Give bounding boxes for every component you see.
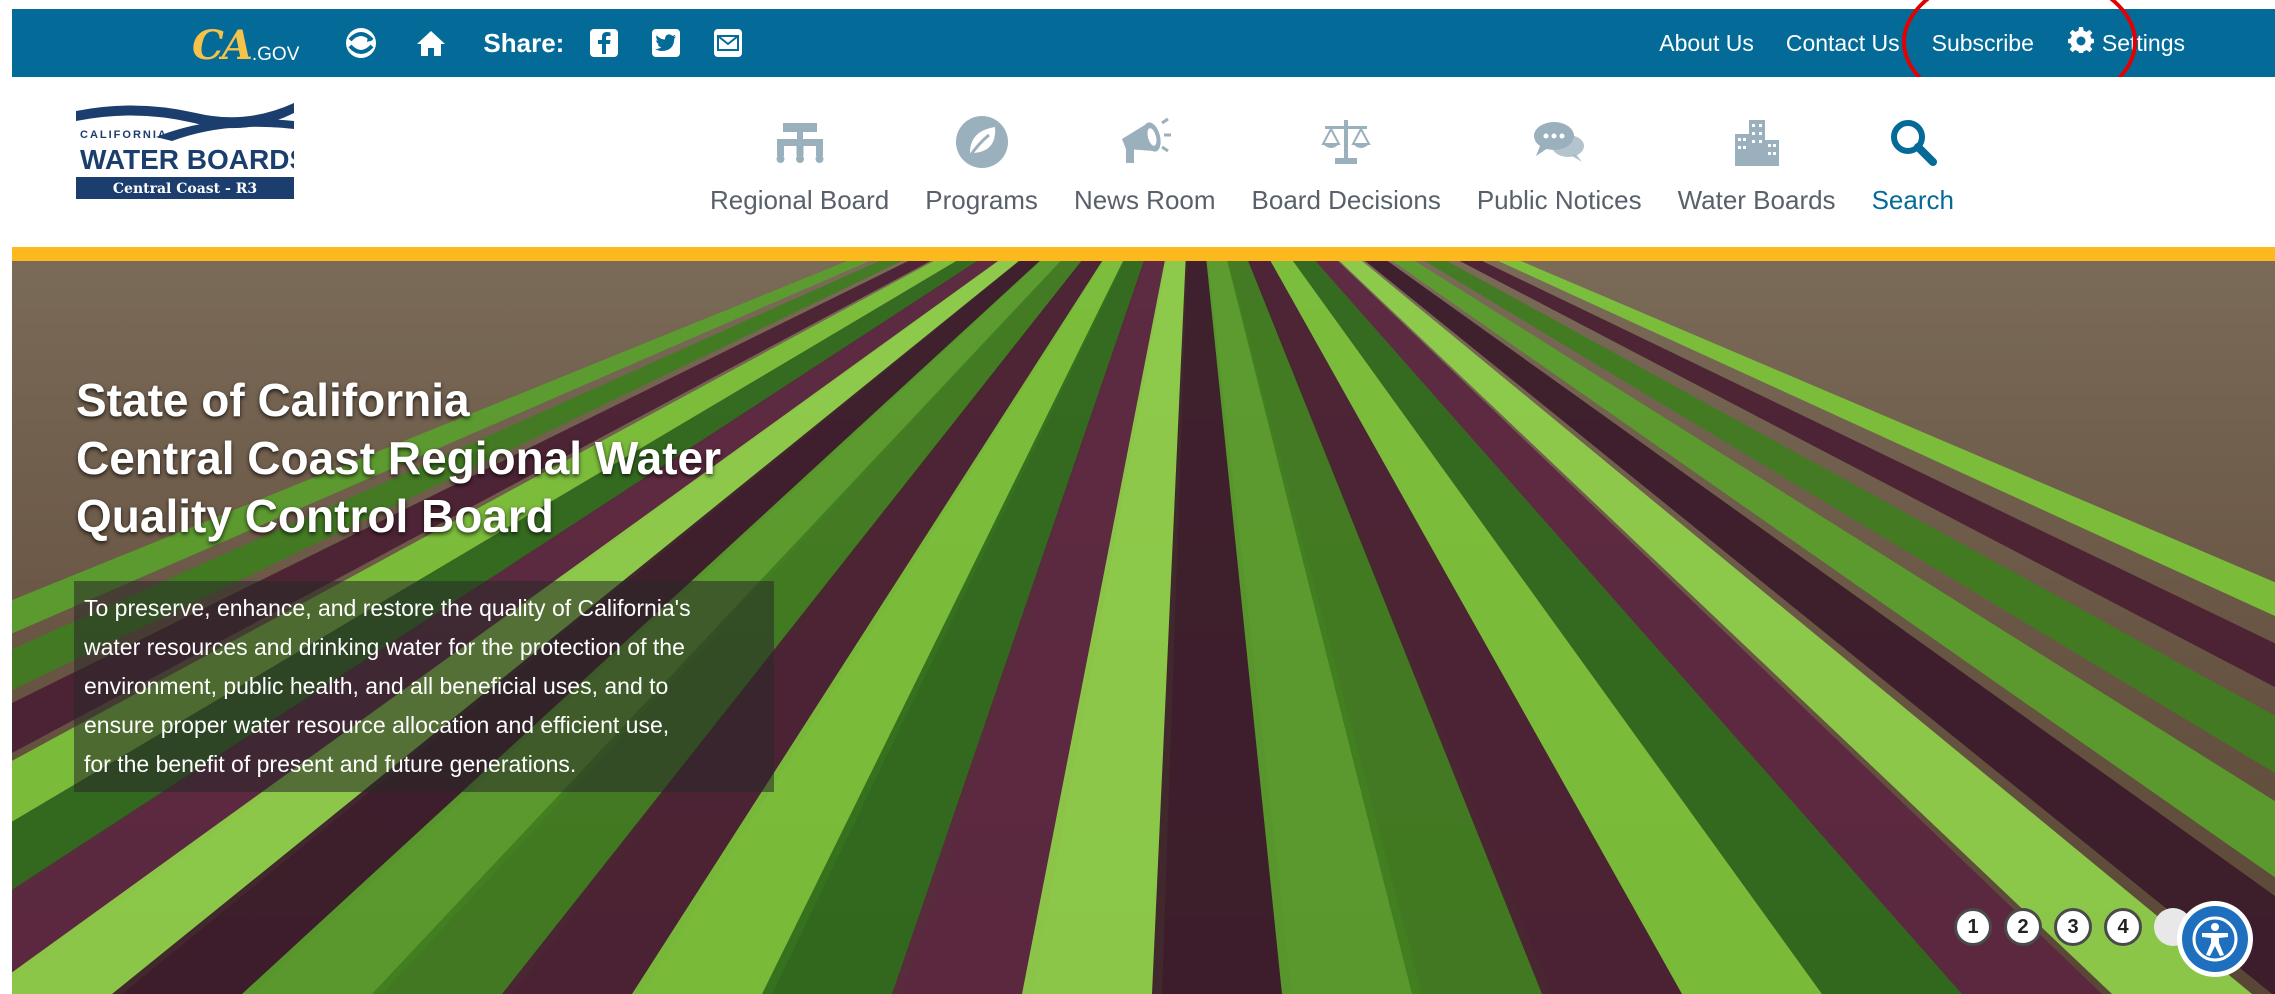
nav-label: Programs: [925, 185, 1038, 215]
scales-icon: [1316, 115, 1376, 169]
carousel-dot-2[interactable]: 2: [2004, 908, 2042, 946]
twitter-icon[interactable]: [652, 29, 681, 57]
carousel-dot-4[interactable]: 4: [2104, 908, 2142, 946]
nav-label: News Room: [1073, 185, 1216, 215]
search-icon: [1883, 115, 1943, 169]
logo-state-text: CALIFORNIA: [80, 129, 168, 141]
hero-title-line: Quality Control Board: [76, 490, 554, 542]
mission-statement: To preserve, enhance, and restore the qu…: [74, 581, 774, 792]
mission-line: for the benefit of present and future ge…: [84, 751, 577, 777]
mission-line: environment, public health, and all bene…: [84, 673, 669, 699]
hero-carousel: State of California Central Coast Region…: [12, 261, 2275, 994]
nav-label: Regional Board: [710, 185, 890, 215]
hero-title: State of California Central Coast Region…: [76, 371, 796, 545]
email-icon[interactable]: [714, 29, 743, 57]
share-label: Share:: [483, 27, 565, 58]
gear-icon: [2067, 27, 2094, 59]
nav-item-board-decisions[interactable]: Board Decisions: [1234, 77, 1459, 247]
mission-line: To preserve, enhance, and restore the qu…: [84, 595, 691, 621]
subscribe-link[interactable]: Subscribe: [1932, 30, 2034, 57]
carousel-pagination: 1 2 3 4: [1954, 908, 2192, 946]
nav-label: Search: [1871, 185, 1954, 215]
nav-item-programs[interactable]: Programs: [907, 77, 1056, 247]
site-header: CALIFORNIA WATER BOARDS Central Coast - …: [12, 77, 2275, 247]
translate-icon[interactable]: [343, 25, 379, 61]
nav-label: Water Boards: [1677, 185, 1836, 215]
nav-label: Public Notices: [1476, 185, 1642, 215]
nav-item-search[interactable]: Search: [1854, 77, 1972, 247]
contact-us-link[interactable]: Contact Us: [1786, 30, 1900, 57]
home-icon[interactable]: [413, 25, 449, 61]
utility-right: About Us Contact Us Subscribe Settings: [1627, 9, 2275, 77]
utility-left: CA .GOV Share:: [12, 9, 776, 77]
main-navigation: Regional Board Programs News Room Board …: [692, 77, 1972, 247]
header-divider: [12, 247, 2275, 261]
about-us-link[interactable]: About Us: [1659, 30, 1754, 57]
nav-item-regional-board[interactable]: Regional Board: [692, 77, 907, 247]
cagov-logo[interactable]: CA .GOV: [192, 20, 299, 66]
nav-label: Board Decisions: [1251, 185, 1441, 215]
organization-chart-icon: [770, 115, 830, 169]
leaf-icon: [952, 115, 1012, 169]
accessibility-icon: [2182, 906, 2248, 972]
nav-item-public-notices[interactable]: Public Notices: [1459, 77, 1660, 247]
accessibility-button[interactable]: [2177, 901, 2253, 977]
logo-region-text: Central Coast - R3: [113, 181, 257, 197]
carousel-dot-3[interactable]: 3: [2054, 908, 2092, 946]
utility-bar: CA .GOV Share: About Us Contact Us Subsc…: [12, 0, 2275, 115]
mission-line: ensure proper water resource allocation …: [84, 712, 670, 738]
mission-line: water resources and drinking water for t…: [84, 634, 685, 660]
carousel-dot-1[interactable]: 1: [1954, 908, 1992, 946]
settings-button[interactable]: Settings: [2067, 27, 2185, 59]
cagov-logo-gov: .GOV: [251, 44, 300, 65]
hero-title-line: Central Coast Regional Water: [76, 432, 721, 484]
water-boards-logo[interactable]: CALIFORNIA WATER BOARDS Central Coast - …: [76, 103, 308, 207]
cagov-logo-ca: CA: [192, 22, 253, 69]
settings-label: Settings: [2101, 29, 2185, 56]
buildings-icon: [1727, 115, 1787, 169]
chat-bubbles-icon: [1529, 115, 1589, 169]
logo-name-text: WATER BOARDS: [80, 144, 294, 175]
facebook-icon[interactable]: [590, 29, 619, 57]
megaphone-icon: [1115, 115, 1175, 169]
hero-title-line: State of California: [76, 374, 470, 426]
nav-item-water-boards[interactable]: Water Boards: [1660, 77, 1854, 247]
nav-item-news-room[interactable]: News Room: [1056, 77, 1234, 247]
